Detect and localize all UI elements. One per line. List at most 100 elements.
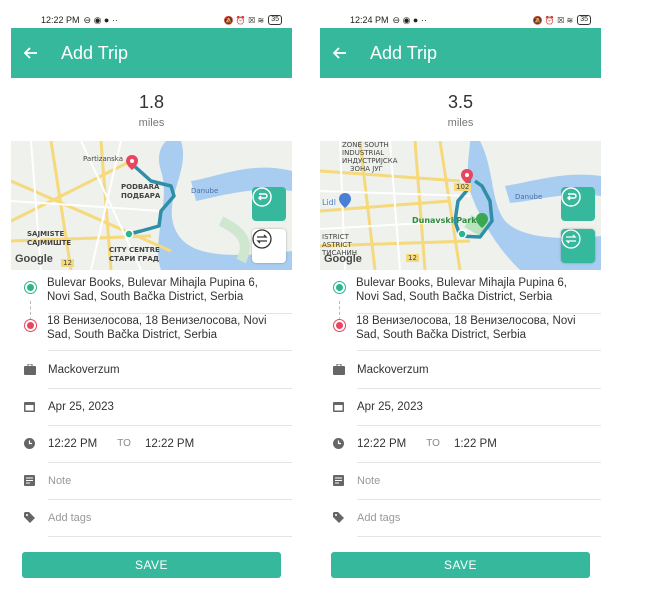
vehicle-value: Mackoverzum [357, 363, 429, 376]
distance-value: 3.5 [447, 92, 474, 112]
status-time: 12:24 PM [350, 15, 389, 25]
map-label: PODBARA [121, 183, 160, 191]
to-label: TO [117, 438, 131, 449]
distance-display: 3.5 miles [320, 92, 601, 129]
briefcase-icon [320, 364, 357, 375]
map-label: ISTRICT [322, 233, 349, 241]
map-label: 102 [454, 183, 472, 191]
round-trip-button[interactable] [561, 187, 595, 221]
start-address: Bulevar Books, Bulevar Mihajla Pupina 6,… [47, 277, 258, 303]
status-bar: 12:24 PM ⊖ ◉ ● ·· 🔕 ⏰ ☒ ≋ 35 [320, 12, 601, 28]
divider [357, 536, 601, 537]
end-dot-icon [334, 320, 345, 331]
google-logo: Google [15, 253, 53, 265]
note-row[interactable]: Note [320, 462, 601, 499]
save-button[interactable]: SAVE [331, 552, 590, 578]
swap-arrows-icon [252, 229, 272, 249]
battery-icon: 35 [577, 15, 591, 25]
note-icon [11, 475, 48, 486]
tags-input: Add tags [357, 511, 401, 524]
time-row: 12:22 PM TO 1:22 PM [320, 425, 601, 462]
distance-value: 1.8 [138, 92, 165, 112]
google-logo: Google [324, 253, 362, 265]
start-address-row[interactable]: Bulevar Books, Bulevar Mihajla Pupina 6,… [320, 276, 601, 304]
map-label: Danube [191, 187, 219, 195]
note-icon [320, 475, 357, 486]
save-button[interactable]: SAVE [22, 552, 281, 578]
swap-direction-button[interactable] [561, 229, 595, 263]
tag-icon [11, 512, 48, 523]
briefcase-icon [11, 364, 48, 375]
start-dot-icon [334, 282, 345, 293]
end-time[interactable]: 12:22 PM [145, 438, 194, 450]
distance-unit: miles [138, 117, 165, 129]
date-value: Apr 25, 2023 [357, 400, 423, 413]
calendar-icon [11, 401, 48, 412]
map-label: Lidl [322, 198, 336, 207]
end-time[interactable]: 1:22 PM [454, 438, 497, 450]
note-input: Note [357, 474, 381, 487]
date-row[interactable]: Apr 25, 2023 [320, 388, 601, 425]
app-bar: Add Trip [11, 28, 292, 78]
back-arrow-icon[interactable] [11, 43, 51, 64]
distance-unit: miles [447, 117, 474, 129]
map-label: Partizanska [83, 155, 124, 163]
tags-row[interactable]: Add tags [11, 499, 292, 536]
page-title: Add Trip [370, 42, 438, 63]
notification-icons: ⊖ ◉ ● ·· [83, 14, 118, 25]
route-map[interactable]: Partizanska PODBARA ПОДБАРА Danube SAJMI… [11, 141, 292, 270]
battery-icon: 35 [268, 15, 282, 25]
tags-input: Add tags [48, 511, 92, 524]
start-address: Bulevar Books, Bulevar Mihajla Pupina 6,… [356, 277, 567, 303]
time-row: 12:22 PM TO 12:22 PM [11, 425, 292, 462]
vehicle-row[interactable]: Mackoverzum [320, 351, 601, 388]
map-label: SAJMISTE [27, 230, 65, 238]
end-address-row[interactable]: 18 Венизелосова, 18 Венизелосова, Novi S… [320, 314, 601, 342]
tag-icon [320, 512, 357, 523]
map-label: 12 [406, 254, 419, 262]
vehicle-row[interactable]: Mackoverzum [11, 351, 292, 388]
end-address: 18 Венизелосова, 18 Венизелосова, Novi S… [356, 315, 576, 341]
map-label: INDUSTRIAL [342, 149, 385, 157]
start-dot-icon [25, 282, 36, 293]
end-address-row[interactable]: 18 Венизелосова, 18 Венизелосова, Novi S… [11, 314, 292, 342]
system-icons: 🔕 ⏰ ☒ ≋ [223, 15, 265, 25]
end-dot-icon [25, 320, 36, 331]
map-label: CITY CENTRE [109, 246, 160, 254]
page-title: Add Trip [61, 42, 129, 63]
round-trip-icon [252, 187, 272, 207]
map-label: ИНДУСТРИЈСКА [342, 157, 398, 165]
map-label: ЗОНА ЈУГ [350, 165, 383, 173]
map-label: Dunavski Park [412, 216, 477, 225]
end-address: 18 Венизелосова, 18 Венизелосова, Novi S… [47, 315, 267, 341]
distance-display: 1.8 miles [11, 92, 292, 129]
clock-icon [11, 438, 48, 449]
note-row[interactable]: Note [11, 462, 292, 499]
status-time: 12:22 PM [41, 15, 80, 25]
route-map[interactable]: ZONE SOUTH INDUSTRIAL ИНДУСТРИЈСКА ЗОНА … [320, 141, 601, 270]
app-bar: Add Trip [320, 28, 601, 78]
swap-arrows-icon [561, 229, 581, 249]
map-label: 12 [61, 259, 74, 267]
screen-right: 12:24 PM ⊖ ◉ ● ·· 🔕 ⏰ ☒ ≋ 35 Add Trip 3.… [320, 12, 601, 598]
round-trip-icon [561, 187, 581, 207]
to-label: TO [426, 438, 440, 449]
system-icons: 🔕 ⏰ ☒ ≋ [532, 15, 574, 25]
date-value: Apr 25, 2023 [48, 400, 114, 413]
map-label: ZONE SOUTH [342, 141, 389, 149]
swap-direction-button[interactable] [252, 229, 286, 263]
start-time[interactable]: 12:22 PM [48, 438, 97, 450]
divider [48, 536, 292, 537]
screen-left: 12:22 PM ⊖ ◉ ● ·· 🔕 ⏰ ☒ ≋ 35 Add Trip 1.… [11, 12, 292, 598]
tags-row[interactable]: Add tags [320, 499, 601, 536]
vehicle-value: Mackoverzum [48, 363, 120, 376]
round-trip-button[interactable] [252, 187, 286, 221]
start-time[interactable]: 12:22 PM [357, 438, 406, 450]
status-bar: 12:22 PM ⊖ ◉ ● ·· 🔕 ⏰ ☒ ≋ 35 [11, 12, 292, 28]
start-address-row[interactable]: Bulevar Books, Bulevar Mihajla Pupina 6,… [11, 276, 292, 304]
map-label: Danube [515, 193, 543, 201]
back-arrow-icon[interactable] [320, 43, 360, 64]
map-label: САЈМИШТЕ [27, 239, 72, 247]
calendar-icon [320, 401, 357, 412]
date-row[interactable]: Apr 25, 2023 [11, 388, 292, 425]
